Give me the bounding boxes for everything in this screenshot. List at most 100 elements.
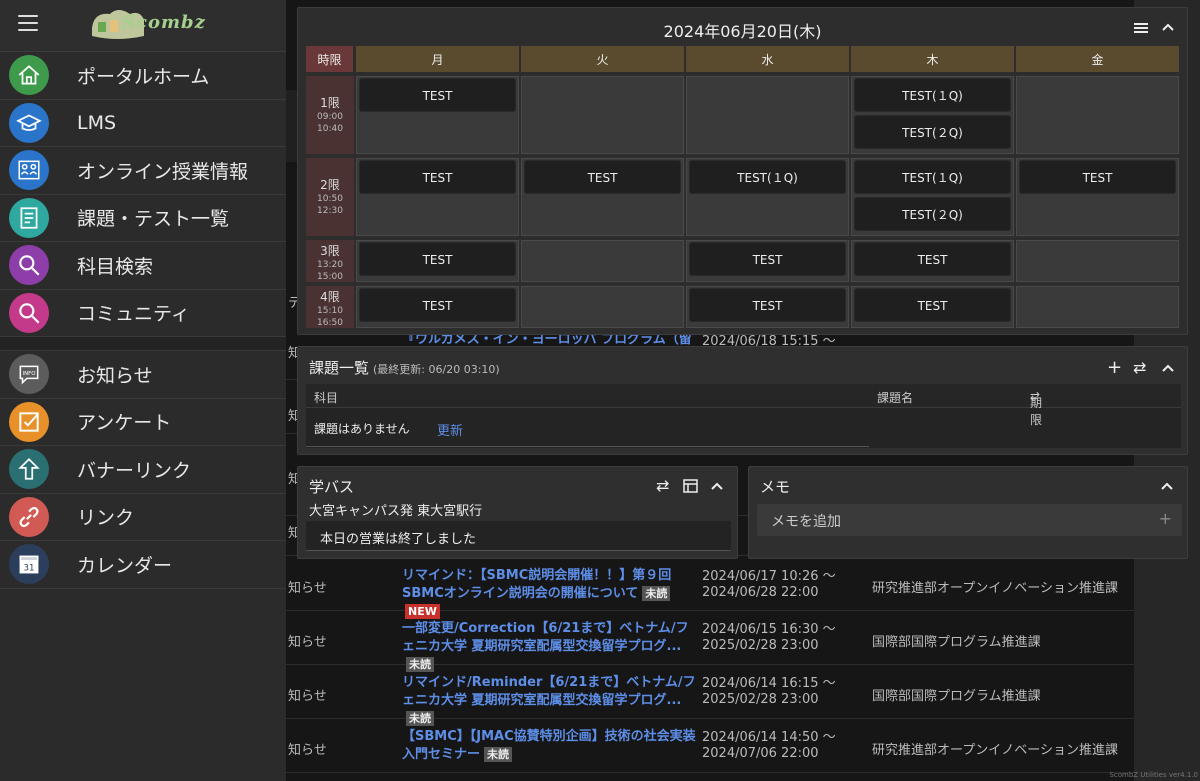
class-button[interactable]: TEST — [689, 288, 846, 322]
sidebar-item-community[interactable]: コミュニティ — [0, 290, 286, 337]
period-start: 10:50 — [317, 194, 343, 204]
home-icon — [9, 55, 49, 96]
class-button[interactable]: TEST — [359, 242, 516, 276]
divider — [306, 446, 869, 447]
sidebar-item-label: アンケート — [77, 412, 172, 435]
period-name: 4限 — [320, 290, 340, 304]
col-deadline[interactable]: 期限 ⇄ — [1030, 389, 1042, 427]
class-button[interactable]: TEST — [359, 160, 516, 194]
swap-icon[interactable]: ⇄ — [1133, 358, 1146, 377]
unread-badge: 未読 — [484, 747, 513, 762]
class-button[interactable]: TEST(１Q) — [854, 160, 1011, 194]
sidebar-item-link[interactable]: リンク — [0, 494, 286, 541]
sidebar-item-survey[interactable]: アンケート — [0, 399, 286, 446]
sidebar-item-lms[interactable]: LMS — [0, 100, 286, 147]
day-header: 月 — [356, 46, 520, 72]
sidebar-item-portal-home[interactable]: ポータルホーム — [0, 52, 286, 100]
table-icon[interactable] — [683, 479, 698, 493]
notice-category: 知らせ — [288, 635, 327, 650]
timetable-cell: TEST — [356, 76, 519, 154]
timetable-cell — [521, 76, 684, 154]
online-class-icon — [9, 150, 49, 191]
sidebar-item-label: 科目検索 — [77, 255, 154, 278]
task-list-panel: 課題一覧 (最終更新: 06/20 03:10) + ⇄ 科目 課題名 期限 ⇄ … — [297, 346, 1188, 455]
table-row[interactable]: 知らせ リマインド：【SBMC説明会開催！！】第９回SBMCオンライン説明会の開… — [286, 558, 1134, 619]
class-button[interactable]: TEST — [1019, 160, 1176, 194]
add-icon[interactable]: + — [1107, 357, 1122, 378]
graduation-cap-icon — [9, 102, 49, 143]
timetable-cell: TEST — [356, 286, 519, 328]
class-button[interactable]: TEST — [854, 288, 1011, 322]
chevron-up-icon[interactable] — [711, 481, 723, 491]
unread-badge: 未読 — [642, 586, 671, 601]
notice-title-link[interactable]: 【SBMC】【JMAC協賛特別企画】技術の社会実装入門セミナー 未読 — [402, 728, 700, 764]
period-name: 2限 — [320, 178, 340, 192]
class-button[interactable]: TEST(２Q) — [854, 197, 1011, 231]
timetable-cell — [686, 76, 849, 154]
logo-text: Scombz — [122, 12, 206, 33]
refresh-link[interactable]: 更新 — [437, 420, 463, 439]
class-button[interactable]: TEST — [854, 242, 1011, 276]
notice-category: 知らせ — [288, 581, 327, 596]
timetable-cell: TEST — [686, 286, 849, 328]
day-header: 火 — [521, 46, 685, 72]
calendar-icon: 31 — [9, 544, 49, 585]
table-row[interactable]: 知らせ 【SBMC】【JMAC協賛特別企画】技術の社会実装入門セミナー 未読 20… — [286, 719, 1134, 773]
sidebar-item-tasks[interactable]: 課題・テスト一覧 — [0, 195, 286, 242]
sidebar-item-label: オンライン授業情報 — [77, 160, 249, 183]
period-start: 13:20 — [317, 260, 343, 270]
task-empty-message: 課題はありません — [314, 422, 410, 436]
class-button[interactable]: TEST — [359, 288, 516, 322]
magnifier-icon — [9, 245, 49, 286]
class-button[interactable]: TEST — [689, 242, 846, 276]
period-cell: 4限 15:10 16:50 — [306, 286, 354, 328]
sidebar-item-label: 課題・テスト一覧 — [77, 208, 230, 231]
document-list-icon — [9, 197, 49, 238]
class-button[interactable]: TEST(２Q) — [854, 115, 1011, 149]
period-start: 09:00 — [317, 112, 343, 122]
hamburger-menu-icon[interactable] — [18, 15, 38, 31]
bus-title: 学バス — [309, 478, 355, 496]
period-end: 15:00 — [317, 272, 343, 282]
sidebar-item-online-class[interactable]: オンライン授業情報 — [0, 147, 286, 195]
timetable-cell — [1016, 76, 1179, 154]
period-header: 時限 — [306, 46, 354, 72]
chevron-up-icon[interactable] — [1162, 22, 1174, 32]
period-end: 10:40 — [317, 124, 343, 134]
period-name: 3限 — [320, 244, 340, 258]
table-row[interactable]: 知らせ リマインド/Reminder【6/21まで】ベトナム/フェニカ大学 夏期… — [286, 665, 1134, 726]
last-updated: (最終更新: 06/20 03:10) — [373, 363, 500, 376]
sidebar-header: Scombz — [0, 0, 286, 52]
timetable-panel: 2024年06月20日(木) 時限月火水木金 1限 09:00 10:40 TEST TE… — [297, 7, 1188, 335]
table-row[interactable]: 知らせ 一部変更/Correction【6/21まで】ベトナム/フェニカ大学 夏… — [286, 611, 1134, 672]
chevron-up-icon[interactable] — [1161, 481, 1173, 491]
swap-icon[interactable]: ⇄ — [656, 476, 669, 495]
class-button[interactable]: TEST — [524, 160, 681, 194]
day-header: 水 — [686, 46, 850, 72]
period-cell: 2限 10:50 12:30 — [306, 158, 354, 236]
sidebar-item-label: リンク — [77, 507, 135, 530]
task-list-title: 課題一覧 (最終更新: 06/20 03:10) — [309, 359, 500, 377]
checkbox-icon — [9, 401, 49, 442]
magnifier-icon — [9, 292, 49, 333]
timetable-cell: TEST — [851, 240, 1014, 282]
sidebar-item-subject-search[interactable]: 科目検索 — [0, 242, 286, 290]
sidebar-item-calendar[interactable]: 31 カレンダー — [0, 541, 286, 589]
add-icon[interactable]: + — [1159, 509, 1172, 528]
notice-date: 2024/06/17 10:26 〜 2024/06/28 22:00 — [702, 569, 836, 600]
sidebar: Scombz ポータルホーム LMS オンライン授業情報 課題・テスト一覧 科目… — [0, 0, 286, 781]
timetable-cell: TEST — [356, 158, 519, 236]
sidebar-item-banner-link[interactable]: バナーリンク — [0, 446, 286, 494]
sidebar-item-news[interactable]: INFO お知らせ — [0, 351, 286, 399]
memo-add-input[interactable]: メモを追加 + — [757, 504, 1182, 536]
class-button[interactable]: TEST — [359, 78, 516, 112]
arrow-up-icon — [9, 449, 49, 490]
sidebar-item-label: バナーリンク — [77, 459, 192, 482]
info-bubble-icon: INFO — [9, 354, 49, 395]
chevron-up-icon[interactable] — [1162, 363, 1174, 373]
class-button[interactable]: TEST(１Q) — [854, 78, 1011, 112]
class-button[interactable]: TEST(１Q) — [689, 160, 846, 194]
col-subject: 科目 — [314, 391, 339, 405]
timetable-date: 2024年06月20日(木) — [663, 22, 822, 41]
list-view-icon[interactable] — [1134, 22, 1148, 34]
